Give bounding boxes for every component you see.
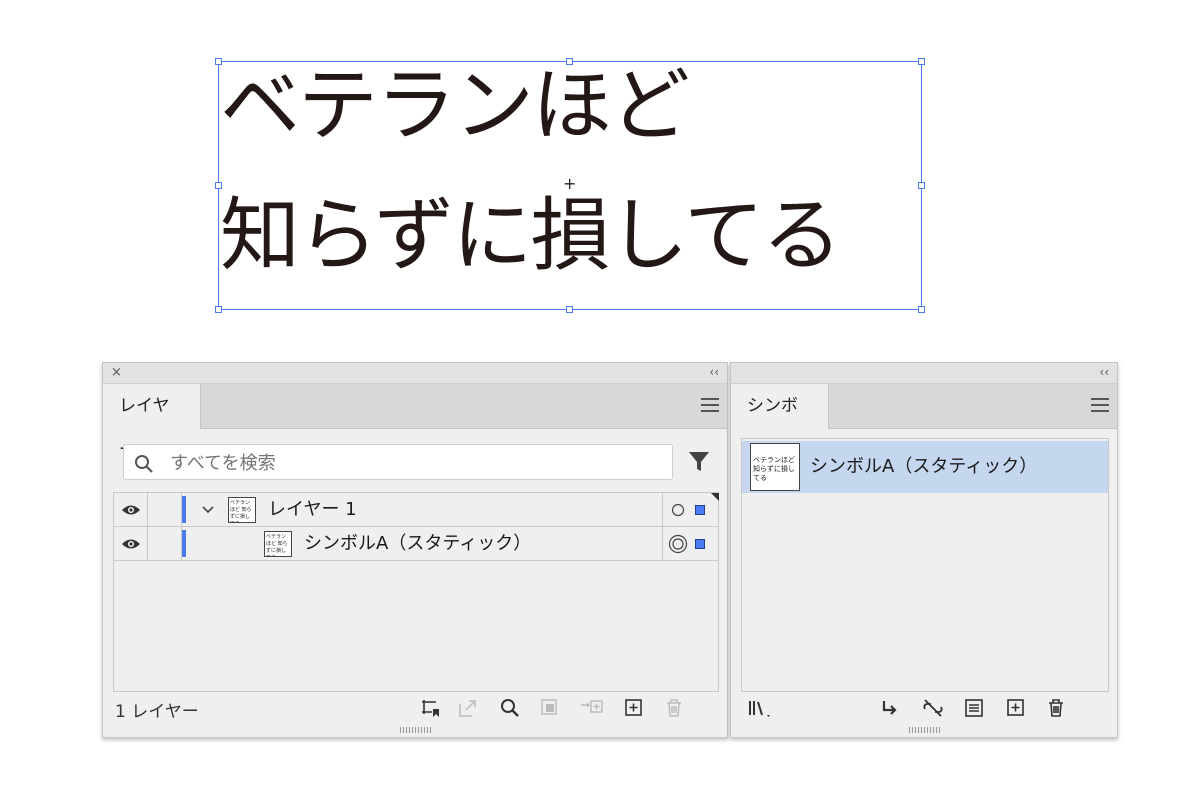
resize-handle-bottom-left[interactable] [215, 306, 222, 313]
resize-handle-top-right[interactable] [918, 58, 925, 65]
resize-handle-top-center[interactable] [566, 58, 573, 65]
search-field[interactable] [123, 444, 673, 481]
layers-panel: × ‹‹ レイヤー ベテランほど 知らずに損してる [102, 362, 728, 738]
search-input[interactable] [168, 445, 662, 481]
resize-grip[interactable] [909, 727, 941, 733]
collapse-icon[interactable]: ‹‹ [1099, 365, 1109, 380]
eye-icon [122, 505, 140, 515]
lock-toggle[interactable] [148, 493, 182, 526]
layer-target-cell[interactable] [662, 527, 719, 560]
new-sublayer-icon[interactable] [579, 697, 605, 719]
tab-symbols[interactable]: シンボル [731, 384, 829, 460]
layer-color-bar [182, 496, 186, 523]
target-circle-icon[interactable] [671, 503, 685, 517]
panel-tabbar: レイヤー [103, 384, 727, 460]
resize-handle-bottom-center[interactable] [566, 306, 573, 313]
layer-row[interactable]: ベテランほど 知らずに損してる レイヤー 1 [114, 493, 719, 527]
symbol-thumbnail: ベテランほど 知らずに損してる [750, 443, 800, 491]
eye-icon [122, 539, 140, 549]
artboard-collect-icon[interactable] [419, 697, 441, 719]
layer-target-cell[interactable] [662, 493, 719, 526]
clipping-mask-icon[interactable] [539, 697, 561, 719]
filter-icon[interactable] [687, 449, 711, 473]
search-icon [135, 455, 153, 473]
symbols-list: ベテランほど 知らずに損してる シンボルA（スタティック） [741, 438, 1109, 692]
resize-grip[interactable] [400, 727, 432, 733]
layer-thumbnail: ベテランほど 知らずに損してる [228, 497, 256, 523]
corner-triangle-icon [711, 493, 719, 501]
export-icon[interactable] [457, 697, 479, 719]
panel-menu-icon[interactable] [1091, 398, 1109, 412]
center-point-mark: + [563, 174, 577, 193]
new-symbol-icon[interactable] [1005, 697, 1027, 719]
lock-toggle[interactable] [148, 527, 182, 560]
selection-indicator[interactable] [695, 539, 705, 549]
close-icon[interactable]: × [111, 365, 122, 380]
resize-handle-middle-left[interactable] [215, 182, 222, 189]
target-double-circle-icon[interactable] [668, 534, 688, 554]
panel-titlebar[interactable]: × ‹‹ [103, 363, 727, 384]
symbols-panel: ‹‹ シンボル ベテランほど 知らずに損してる シンボルA（スタティック） [730, 362, 1118, 738]
panel-menu-icon[interactable] [701, 398, 719, 412]
visibility-toggle[interactable] [114, 527, 148, 560]
resize-handle-top-left[interactable] [215, 58, 222, 65]
chevron-down-icon[interactable] [201, 505, 215, 515]
selection-indicator[interactable] [695, 505, 705, 515]
layer-count: 1 レイヤー [115, 702, 199, 722]
layers-list: ベテランほど 知らずに損してる レイヤー 1 ベテランほど 知らずに損 [113, 492, 719, 692]
canvas-artboard[interactable]: ベテランほど 知らずに損してる + [0, 0, 1200, 340]
new-layer-icon[interactable] [623, 697, 645, 719]
symbol-list-item[interactable]: ベテランほど 知らずに損してる シンボルA（スタティック） [742, 441, 1108, 493]
layer-name[interactable]: レイヤー 1 [268, 493, 357, 526]
symbol-name[interactable]: シンボルA（スタティック） [810, 441, 1037, 493]
layer-row[interactable]: ベテランほど 知らずに損してる シンボルA（スタティック） [114, 527, 718, 561]
trash-icon[interactable] [1045, 697, 1067, 719]
place-symbol-instance-icon[interactable] [879, 697, 901, 719]
tab-layers[interactable]: レイヤー [103, 384, 201, 460]
visibility-toggle[interactable] [114, 493, 148, 526]
trash-icon[interactable] [663, 697, 685, 719]
resize-handle-bottom-right[interactable] [918, 306, 925, 313]
collapse-icon[interactable]: ‹‹ [709, 365, 719, 380]
panel-tabbar: シンボル [731, 384, 1117, 460]
panel-titlebar[interactable]: ‹‹ [731, 363, 1117, 384]
break-link-icon[interactable] [921, 697, 945, 719]
resize-handle-middle-right[interactable] [918, 182, 925, 189]
symbol-instance-name[interactable]: シンボルA（スタティック） [304, 527, 531, 560]
symbol-thumbnail: ベテランほど 知らずに損してる [264, 531, 292, 557]
layer-color-bar [182, 530, 186, 557]
locate-object-icon[interactable] [499, 697, 521, 719]
symbol-libraries-icon[interactable] [747, 697, 775, 719]
symbol-options-icon[interactable] [963, 697, 985, 719]
